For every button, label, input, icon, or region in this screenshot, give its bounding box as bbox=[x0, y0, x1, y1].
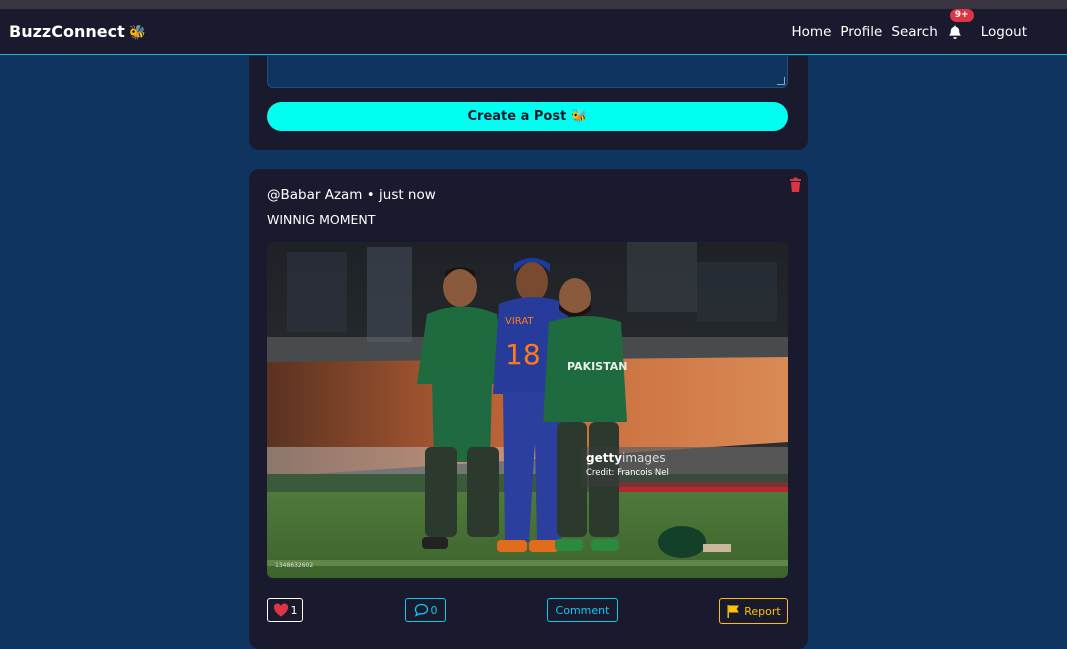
flag-icon bbox=[727, 604, 740, 618]
create-post-label: Create a Post bbox=[467, 109, 567, 124]
cricket-photo: VIRAT 18 PAKISTAN bbox=[267, 242, 788, 578]
bell-icon bbox=[948, 25, 961, 39]
comment-label: Comment bbox=[555, 603, 610, 617]
nav-links: Home Profile Search 9+ Logout bbox=[792, 9, 1027, 40]
post-actions: 1 0 Comment Report bbox=[267, 598, 788, 626]
report-button[interactable]: Report bbox=[719, 598, 788, 624]
image-id: 1348632602 bbox=[275, 562, 314, 569]
nav-search-link[interactable]: Search bbox=[891, 24, 937, 40]
comment-button[interactable]: Comment bbox=[547, 598, 618, 622]
trash-icon[interactable] bbox=[789, 177, 802, 192]
jersey-name: VIRAT bbox=[505, 316, 534, 327]
post-card: @Babar Azam • just now WINNIG MOMENT VIR… bbox=[249, 169, 808, 649]
bee-icon: 🐝 bbox=[128, 25, 147, 41]
post-text: WINNIG MOMENT bbox=[267, 212, 376, 227]
create-post-button[interactable]: Create a Post 🐝 bbox=[267, 102, 788, 131]
comments-toggle-button[interactable]: 0 bbox=[405, 598, 446, 622]
like-count: 1 bbox=[290, 603, 298, 617]
notifications-button[interactable]: 9+ bbox=[947, 9, 974, 40]
like-button[interactable]: 1 bbox=[267, 598, 303, 622]
navbar: BuzzConnect 🐝 Home Profile Search 9+ Logo… bbox=[0, 9, 1067, 55]
watermark-brand-main: getty bbox=[586, 451, 623, 465]
browser-top-strip bbox=[0, 0, 1067, 9]
jersey-number: 18 bbox=[505, 338, 541, 371]
speech-bubble-icon bbox=[414, 603, 428, 617]
nav-logout-link[interactable]: Logout bbox=[981, 24, 1027, 40]
watermark-box: gettyimages Credit: Francois Nel bbox=[581, 447, 788, 487]
nav-profile-link[interactable]: Profile bbox=[840, 24, 882, 40]
comment-count: 0 bbox=[430, 603, 438, 617]
post-image: VIRAT 18 PAKISTAN gettyimages Credit: Fr… bbox=[267, 242, 788, 578]
brand-logo[interactable]: BuzzConnect 🐝 bbox=[9, 22, 146, 41]
notification-badge: 9+ bbox=[949, 9, 974, 22]
resize-handle[interactable] bbox=[777, 77, 785, 85]
team-text: PAKISTAN bbox=[567, 360, 627, 373]
report-label: Report bbox=[744, 604, 781, 618]
photo-credit: Credit: Francois Nel bbox=[586, 468, 669, 478]
watermark-brand-suffix: images bbox=[622, 451, 666, 465]
brand-name: BuzzConnect bbox=[9, 22, 125, 41]
nav-home-link[interactable]: Home bbox=[792, 24, 832, 40]
post-textarea[interactable] bbox=[267, 56, 788, 88]
heart-icon bbox=[273, 603, 288, 617]
bee-icon: 🐝 bbox=[571, 109, 588, 124]
create-post-card: Create a Post 🐝 bbox=[249, 56, 808, 150]
post-author-meta: @Babar Azam • just now bbox=[267, 187, 436, 203]
watermark-brand: gettyimages bbox=[586, 451, 666, 465]
